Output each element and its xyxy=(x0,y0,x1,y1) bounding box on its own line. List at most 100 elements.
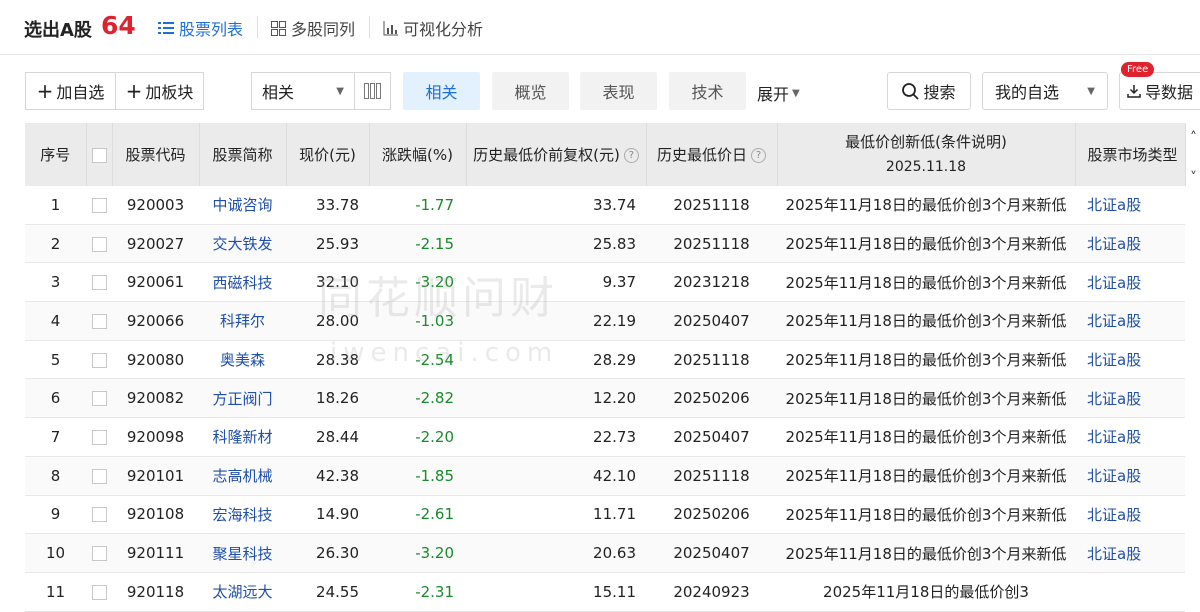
cell-checkbox[interactable] xyxy=(86,224,112,264)
col-header-market[interactable]: 股票市场类型 xyxy=(1075,123,1186,186)
col-header-hist-low-date[interactable]: 历史最低价日? xyxy=(646,123,778,186)
col-header-seq[interactable]: 序号 xyxy=(25,123,87,186)
cell-condition: 2025年11月18日的最低价创3个月来新低 xyxy=(777,417,1075,457)
row-checkbox[interactable] xyxy=(91,429,107,445)
cell-checkbox[interactable] xyxy=(86,495,112,535)
expand-button[interactable]: 展开 ▼ xyxy=(757,81,800,105)
cell-name[interactable]: 聚星科技 xyxy=(199,533,286,573)
cell-name[interactable]: 科隆新材 xyxy=(199,417,286,457)
cell-market[interactable]: 北证a股 xyxy=(1075,533,1185,573)
help-icon[interactable]: ? xyxy=(751,148,766,163)
cell-market[interactable]: 北证a股 xyxy=(1075,417,1185,457)
tab-visual-analysis[interactable]: 可视化分析 xyxy=(383,16,483,40)
row-checkbox[interactable] xyxy=(91,352,107,368)
cell-seq: 9 xyxy=(25,495,86,535)
cell-market[interactable]: 北证a股 xyxy=(1075,495,1185,535)
cell-checkbox[interactable] xyxy=(86,456,112,496)
cell-market[interactable]: 北证a股 xyxy=(1075,262,1185,303)
cell-market[interactable]: 北证a股 xyxy=(1075,340,1185,380)
cell-name[interactable]: 太湖远大 xyxy=(199,572,286,612)
col-header-hist-low-price[interactable]: 历史最低价前复权(元)? xyxy=(466,123,647,186)
my-watchlist-select[interactable]: 我的自选 ▼ xyxy=(982,72,1108,110)
tab-multi-stock[interactable]: 多股同列 xyxy=(271,16,355,40)
expand-label: 展开 xyxy=(757,85,790,104)
row-checkbox[interactable] xyxy=(91,468,107,484)
tab-stock-list-label: 股票列表 xyxy=(179,20,244,39)
cell-name[interactable]: 方正阀门 xyxy=(199,378,286,419)
search-icon xyxy=(902,82,920,100)
row-checkbox[interactable] xyxy=(91,546,107,562)
tab-overview[interactable]: 概览 xyxy=(492,72,569,110)
col-header-select-all[interactable] xyxy=(86,123,113,186)
tab-performance[interactable]: 表现 xyxy=(580,72,657,110)
cell-checkbox[interactable] xyxy=(86,378,112,419)
cell-name[interactable]: 宏海科技 xyxy=(199,495,286,535)
table-row[interactable]: 8 920101 志高机械 42.38 -1.85 42.10 20251118 2025年1… xyxy=(25,456,1185,496)
tab-related[interactable]: 相关 xyxy=(403,72,480,110)
column-settings-button[interactable] xyxy=(354,72,391,110)
export-button[interactable]: 导数据 xyxy=(1119,72,1200,110)
scroll-up-icon[interactable]: ˄ xyxy=(1190,130,1197,146)
scroll-down-icon[interactable]: ˅ xyxy=(1190,170,1197,186)
tab-technical[interactable]: 技术 xyxy=(669,72,746,110)
caret-down-icon: ▼ xyxy=(1087,85,1095,97)
table-row[interactable]: 3 920061 西磁科技 32.10 -3.20 9.37 20231218 2025年11… xyxy=(25,262,1185,303)
cell-market[interactable]: 北证a股 xyxy=(1075,456,1185,496)
cell-market[interactable]: 北证a股 xyxy=(1075,301,1185,341)
col-header-condition[interactable]: 最低价创新低(条件说明) 2025.11.18 xyxy=(777,123,1076,186)
col-header-price[interactable]: 现价(元) xyxy=(286,123,370,186)
cell-checkbox[interactable] xyxy=(86,340,112,380)
table-row[interactable]: 1 920003 中诚咨询 33.78 -1.77 33.74 20251118 2025年1… xyxy=(25,186,1185,225)
cell-market[interactable]: 北证a股 xyxy=(1075,224,1185,264)
cell-checkbox[interactable] xyxy=(86,186,112,225)
row-checkbox[interactable] xyxy=(91,391,107,407)
row-checkbox[interactable] xyxy=(91,275,107,291)
select-all-checkbox[interactable] xyxy=(91,147,107,163)
view-select[interactable]: 相关 ▼ xyxy=(251,72,355,110)
row-checkbox[interactable] xyxy=(91,236,107,252)
col-header-hist-low-date-label: 历史最低价日 xyxy=(656,146,747,164)
row-checkbox[interactable] xyxy=(91,584,107,600)
cell-checkbox[interactable] xyxy=(86,262,112,303)
col-header-change[interactable]: 涨跌幅(%) xyxy=(369,123,467,186)
table-row[interactable]: 9 920108 宏海科技 14.90 -2.61 11.71 20250206 2025年1… xyxy=(25,495,1185,535)
cell-checkbox[interactable] xyxy=(86,417,112,457)
tab-technical-label: 技术 xyxy=(691,83,724,102)
cell-name[interactable]: 奥美森 xyxy=(199,340,286,380)
table-row[interactable]: 2 920027 交大铁发 25.93 -2.15 25.83 20251118 2025年1… xyxy=(25,224,1185,264)
table-row[interactable]: 4 920066 科拜尔 28.00 -1.03 22.19 20250407 2025年11… xyxy=(25,301,1185,341)
result-count: 64 xyxy=(101,11,136,40)
cell-price: 24.55 xyxy=(286,572,369,612)
cell-name[interactable]: 西磁科技 xyxy=(199,262,286,303)
cell-code: 920098 xyxy=(112,417,199,457)
help-icon[interactable]: ? xyxy=(623,148,639,163)
table-row[interactable]: 11 920118 太湖远大 24.55 -2.31 15.11 20240923 2025年… xyxy=(25,572,1185,612)
table-row[interactable]: 6 920082 方正阀门 18.26 -2.82 12.20 20250206 2025年1… xyxy=(25,378,1185,419)
cell-name[interactable]: 志高机械 xyxy=(199,456,286,496)
cell-name[interactable]: 科拜尔 xyxy=(199,301,286,341)
tab-divider xyxy=(0,54,1200,55)
cell-name[interactable]: 交大铁发 xyxy=(199,224,286,264)
col-header-name[interactable]: 股票简称 xyxy=(199,123,287,186)
cell-name[interactable]: 中诚咨询 xyxy=(199,186,286,225)
table-row[interactable]: 7 920098 科隆新材 28.44 -2.20 22.73 20250407 2025年1… xyxy=(25,417,1185,457)
cell-change: -1.85 xyxy=(369,456,466,496)
cell-market[interactable]: 北证a股 xyxy=(1075,378,1185,419)
cell-checkbox[interactable] xyxy=(86,301,112,341)
row-checkbox[interactable] xyxy=(91,313,107,329)
add-watchlist-button[interactable]: + 加自选 xyxy=(25,72,116,110)
row-checkbox[interactable] xyxy=(91,507,107,523)
cell-checkbox[interactable] xyxy=(86,572,112,612)
search-button[interactable]: 搜索 xyxy=(887,72,971,110)
tab-stock-list[interactable]: 股票列表 xyxy=(158,16,243,40)
cell-market[interactable]: 北证a股 xyxy=(1075,186,1185,225)
table-row[interactable]: 10 920111 聚星科技 26.30 -3.20 20.63 20250407 2025年… xyxy=(25,533,1185,573)
table-row[interactable]: 5 920080 奥美森 28.38 -2.54 28.29 20251118 2025年11… xyxy=(25,340,1185,380)
col-header-code[interactable]: 股票代码 xyxy=(112,123,200,186)
cell-condition: 2025年11月18日的最低价创3个月来新低 xyxy=(777,301,1075,341)
cell-checkbox[interactable] xyxy=(86,533,112,573)
row-checkbox[interactable] xyxy=(91,197,107,213)
cell-price: 42.38 xyxy=(286,456,369,496)
cell-market[interactable] xyxy=(1075,572,1185,612)
add-sector-button[interactable]: + 加板块 xyxy=(115,72,204,110)
